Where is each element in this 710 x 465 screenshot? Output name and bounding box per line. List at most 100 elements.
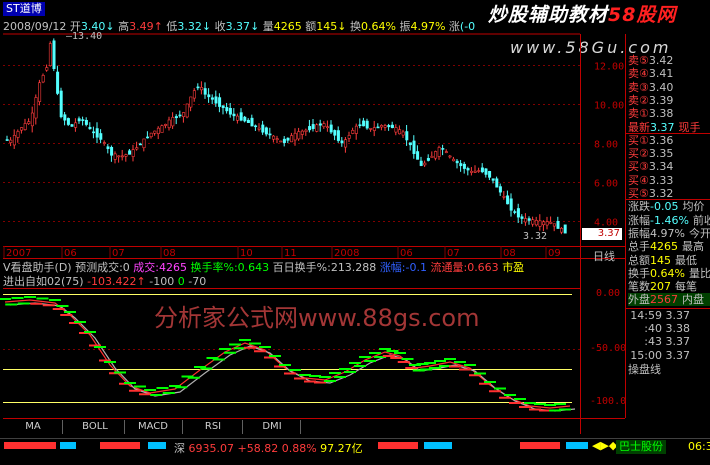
candle-body: [261, 124, 265, 133]
indicator-bar-mark: [284, 372, 296, 375]
indicator-bar-mark: [24, 296, 36, 298]
indicator-bar-mark: [254, 350, 266, 353]
tick-row: :43 3.37: [628, 335, 690, 348]
sub-y-tick-0: 0.00: [596, 288, 621, 299]
candle-body: [124, 154, 128, 157]
indicator-bar-mark: [17, 302, 30, 305]
indicator-bar-mark: [200, 367, 213, 370]
status-stock-info[interactable]: 巴士股份: [616, 440, 666, 454]
candle-body: [372, 127, 376, 131]
date-tick-label: 08: [503, 248, 516, 259]
candle-body: [106, 146, 110, 150]
candle-body: [203, 88, 207, 95]
buy-level-1: 买①3.36: [628, 134, 673, 147]
candle-body: [300, 130, 304, 135]
last-price-value: 3.37: [650, 120, 675, 134]
tab-boll[interactable]: BOLL: [66, 420, 125, 434]
float-volume: 流通量:0.663: [430, 261, 499, 274]
candle-body: [329, 124, 333, 133]
tick-price: 3.37: [665, 335, 691, 349]
candle-body: [189, 96, 193, 108]
tick-row: 15:00 3.37: [628, 349, 690, 362]
candle-body: [135, 147, 139, 150]
stat-4-extra: 最低: [675, 253, 697, 267]
candle-body: [502, 196, 506, 198]
sub-indicator-name[interactable]: 进出自如02(75): [3, 275, 84, 288]
indicator-bar-mark: [5, 303, 18, 306]
tick-price: 3.37: [665, 308, 691, 322]
indicator-bar-mark: [334, 376, 346, 378]
indicator-bar-mark: [64, 311, 76, 313]
tab-rsi[interactable]: RSI: [184, 420, 243, 434]
indicator-ratio: 涨幅:-0.1: [379, 261, 427, 274]
tab-macd[interactable]: MACD: [124, 420, 183, 434]
candle-body: [498, 186, 502, 193]
candle-body: [513, 211, 517, 213]
status-nav-icons[interactable]: ◀▶◆: [592, 439, 617, 452]
bottom-tab-label[interactable]: 操盘线: [628, 363, 661, 376]
index-change: +58.82: [237, 442, 279, 455]
stat-2-label: 振幅: [628, 226, 650, 240]
candle-body: [117, 155, 121, 158]
candle-body: [484, 168, 488, 175]
indicator-bar-mark: [390, 357, 403, 359]
candle-body: [156, 127, 160, 134]
indicator-bar-mark: [359, 356, 371, 358]
status-stock-name: 巴士股份: [619, 440, 663, 453]
indicator-name[interactable]: V看盘助手(D): [3, 261, 72, 274]
indicator-bar-mark: [386, 350, 399, 352]
candle-body: [74, 122, 78, 128]
candle-body: [419, 160, 423, 166]
candle-body: [243, 116, 247, 122]
sub-value-4: -70: [188, 275, 207, 288]
candle-body: [441, 148, 445, 150]
stat-5-value: 0.64%: [650, 266, 685, 280]
candle-body: [560, 227, 564, 233]
indicator-bar-mark: [224, 351, 236, 354]
indicator-bar-mark: [454, 361, 466, 363]
stat-2-extra: 今开: [688, 226, 710, 240]
index-amount: 97.27亿: [320, 442, 363, 455]
status-flag-mid-2: [148, 442, 166, 449]
candle-body: [128, 150, 132, 155]
candle-body: [138, 143, 142, 146]
candle-body: [30, 112, 34, 127]
candle-body: [102, 142, 106, 144]
candle-body: [178, 114, 182, 117]
main-date-axis: 2007 06 07 08 10 11 2008 06 07 08 09: [3, 246, 561, 259]
candle-body: [110, 146, 114, 156]
sell-level-1-value: 3.38: [648, 107, 674, 121]
candle-body: [257, 127, 261, 130]
indicator-bar-mark: [150, 394, 163, 396]
indicator-bar-mark: [289, 369, 301, 371]
tick-time: 15:00: [630, 348, 662, 362]
candle-body: [322, 123, 326, 128]
candle-body: [477, 170, 481, 172]
stat-3-value: 4265: [650, 240, 678, 254]
index-quote[interactable]: 深 6935.07 +58.82 0.88% 97.27亿: [174, 440, 363, 456]
indicator-bar-mark: [339, 368, 351, 370]
price-marker: 3.37: [582, 228, 622, 240]
candle-body: [246, 119, 250, 123]
stat-1-extra: 前收: [692, 213, 710, 227]
candle-body: [412, 140, 416, 154]
sub-chart-label: 进出自如02(75) -103.422↑ -100 0 -70: [3, 275, 206, 288]
candle-body: [452, 158, 456, 162]
candle-body: [549, 221, 553, 224]
price-tick-label: 4.00: [594, 218, 618, 229]
candle-body: [254, 125, 258, 128]
indicator-bar-mark: [434, 360, 446, 362]
indicator-bar-mark: [479, 382, 491, 385]
candle-body: [146, 136, 150, 139]
tab-dmi[interactable]: DMI: [244, 420, 301, 434]
candle-body: [315, 124, 319, 132]
sell-level-4-value: 3.41: [648, 67, 674, 81]
tick-row: 14:59 3.37: [628, 309, 690, 322]
stat-0-label: 涨跌: [628, 200, 650, 214]
indicator-volume: 成交:4265: [133, 261, 187, 274]
day-line-label[interactable]: 日线: [593, 248, 615, 264]
stat-6-label: 笔数: [628, 280, 650, 294]
candle-body: [376, 126, 380, 129]
tab-ma[interactable]: MA: [4, 420, 63, 434]
stat-0-extra: 均价: [682, 200, 705, 214]
